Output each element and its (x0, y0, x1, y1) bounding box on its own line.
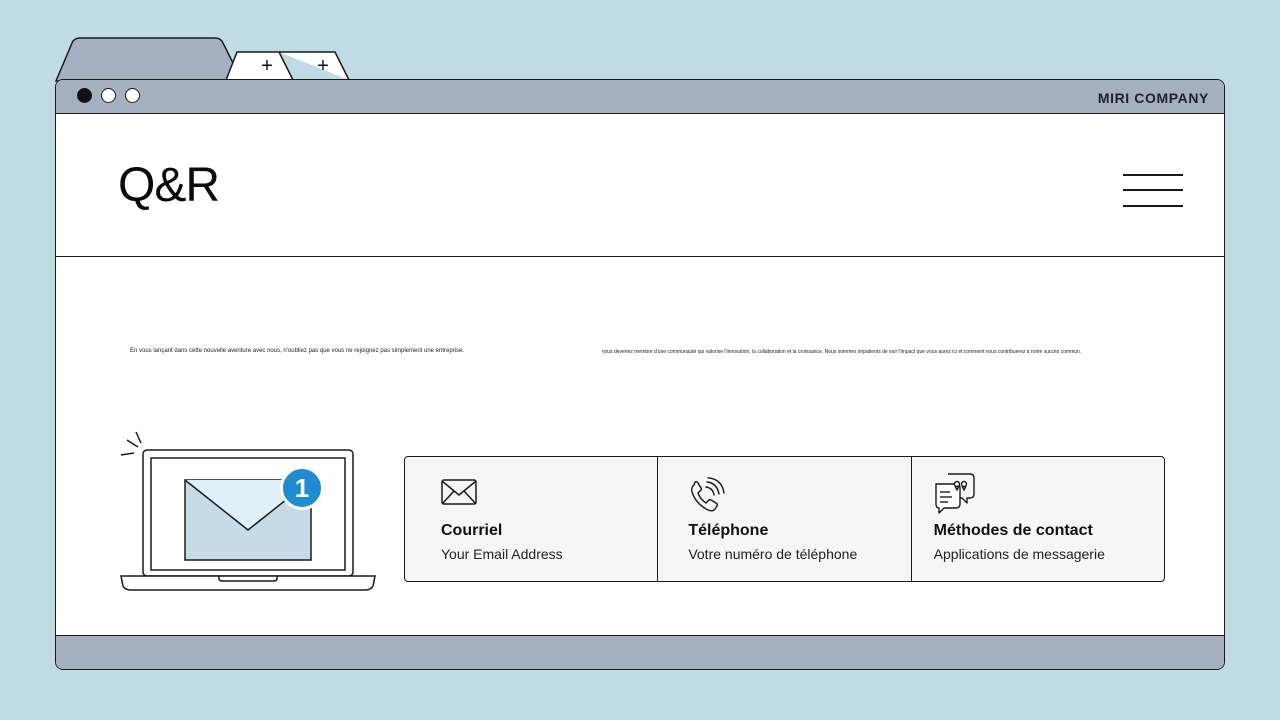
contact-subtitle: Your Email Address (441, 546, 563, 562)
intro-text-left: En vous lançant dans cette nouvelle aven… (130, 348, 465, 354)
company-name: MIRI COMPANY (1097, 90, 1209, 106)
new-tab-button[interactable]: + (290, 51, 356, 81)
contact-title: Méthodes de contact (933, 522, 1093, 539)
contact-subtitle: Votre numéro de téléphone (688, 546, 858, 562)
contact-card-email[interactable]: Courriel Your Email Address (405, 457, 659, 581)
contact-card-methods[interactable]: Méthodes de contact Applications de mess… (912, 457, 1164, 581)
laptop-mail-illustration (120, 431, 376, 591)
chat-bubbles-icon (934, 473, 975, 514)
contact-cards: Courriel Your Email Address Téléphone Vo… (404, 456, 1165, 582)
site-header: Q&R (56, 114, 1224, 257)
hamburger-menu-icon[interactable] (1123, 174, 1183, 208)
envelope-icon (441, 479, 477, 505)
contact-title: Téléphone (688, 522, 769, 539)
window-footer-bar (56, 635, 1224, 669)
contact-card-phone[interactable]: Téléphone Votre numéro de téléphone (658, 457, 912, 581)
plus-icon: + (317, 54, 329, 77)
notification-badge: 1 (280, 466, 324, 510)
intro-text-right: vous devenez membre d'une communauté qui… (602, 349, 1082, 355)
contact-subtitle: Applications de messagerie (933, 546, 1105, 562)
minimize-window-button[interactable] (101, 88, 116, 103)
phone-icon (691, 477, 726, 512)
maximize-window-button[interactable] (125, 88, 140, 103)
plus-icon: + (261, 54, 273, 77)
contact-title: Courriel (441, 522, 503, 539)
close-window-button[interactable] (77, 88, 92, 103)
title-bar: MIRI COMPANY (56, 80, 1224, 114)
notification-count: 1 (294, 472, 310, 503)
browser-window: MIRI COMPANY Q&R En vous lançant dans ce… (55, 79, 1225, 670)
site-logo[interactable]: Q&R (118, 158, 220, 213)
